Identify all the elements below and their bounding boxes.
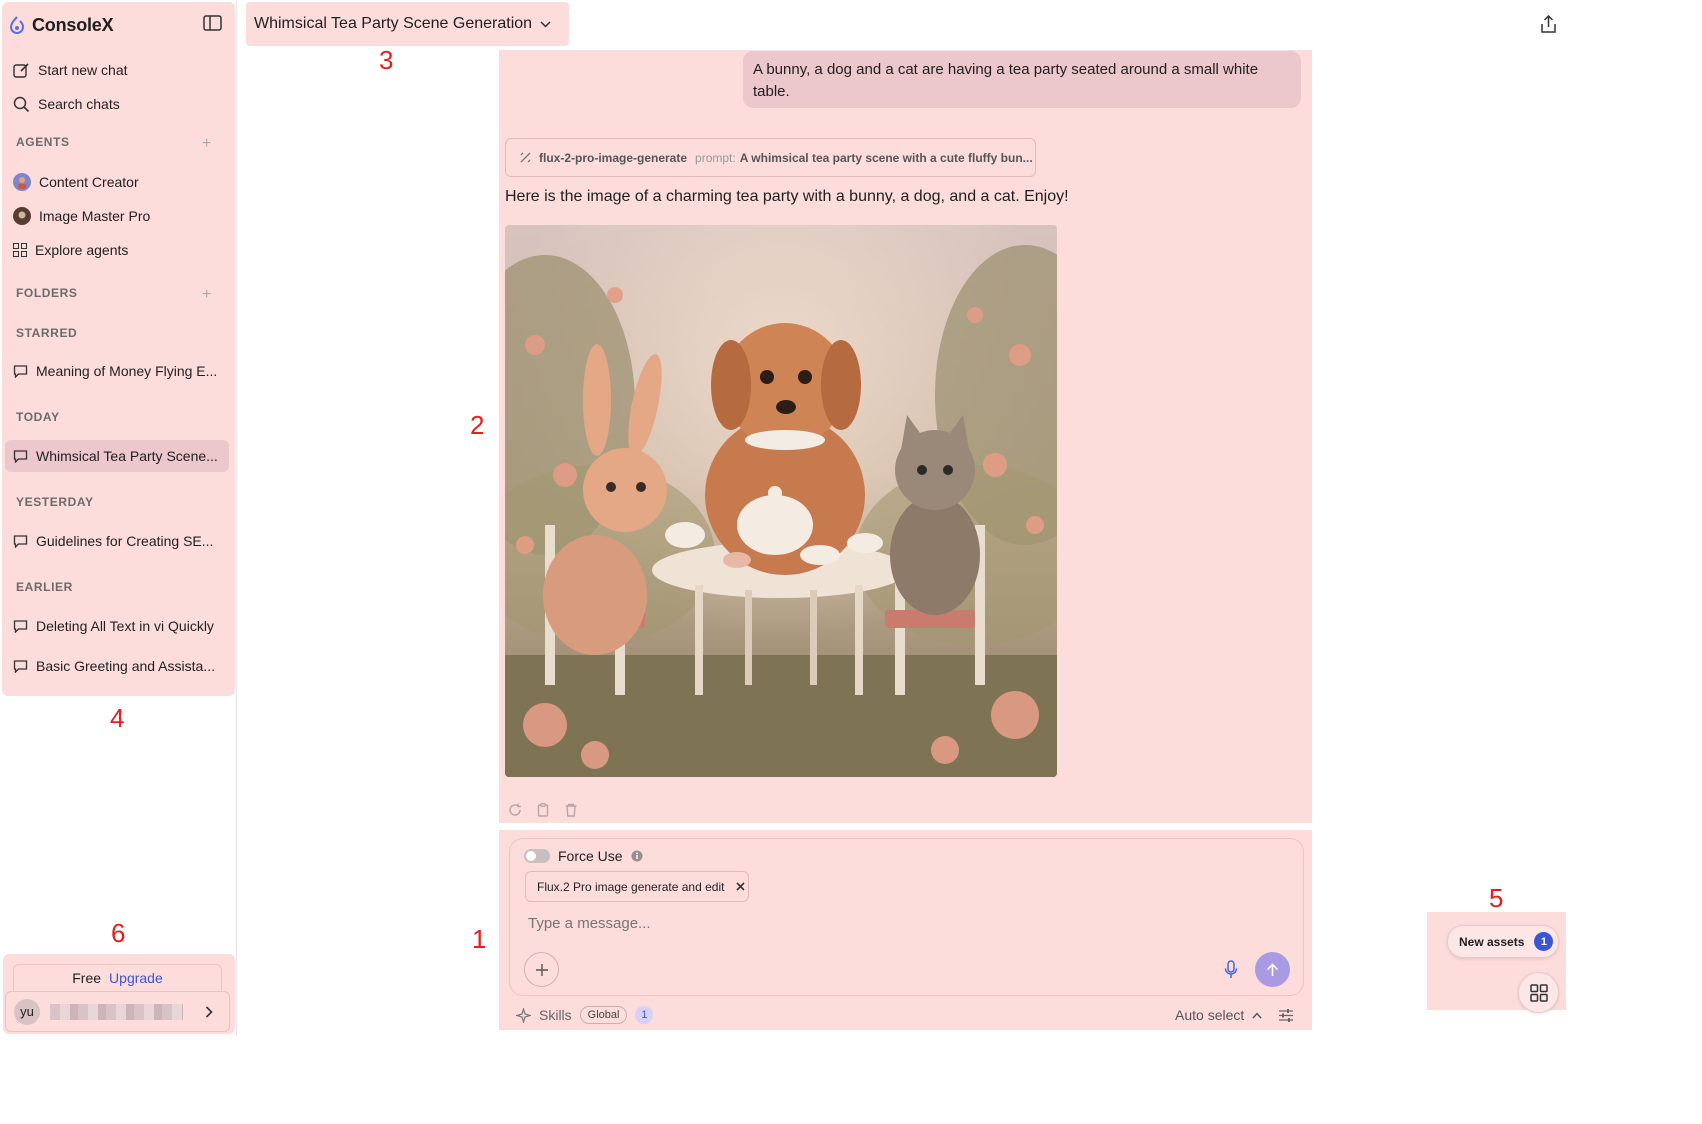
model-select-dropdown[interactable]: Auto select [1175, 1007, 1262, 1023]
tool-icon [520, 152, 531, 163]
microphone-icon[interactable] [1224, 960, 1238, 979]
delete-icon[interactable] [564, 803, 578, 817]
user-message: A bunny, a dog and a cat are having a te… [743, 51, 1301, 108]
brand[interactable]: ConsoleX [8, 12, 114, 38]
avatar-content-creator-icon [13, 173, 31, 191]
arrow-up-icon [1266, 962, 1279, 977]
new-assets-count-badge: 1 [1534, 932, 1554, 951]
tool-name: flux-2-pro-image-generate [539, 150, 688, 165]
chat-bubble-icon [13, 449, 28, 463]
chat-item-label: Meaning of Money Flying E... [36, 363, 218, 379]
annotation-label-3: 3 [379, 45, 394, 75]
chat-item-label: Deleting All Text in vi Quickly [36, 618, 214, 634]
starred-section-label: STARRED [16, 326, 78, 340]
add-attachment-button[interactable] [524, 952, 559, 987]
copy-icon[interactable] [536, 803, 550, 817]
assistant-message: Here is the image of a charming tea part… [505, 188, 1069, 205]
regenerate-icon[interactable] [508, 803, 522, 817]
agent-label: Image Master Pro [39, 208, 151, 224]
settings-sliders-icon[interactable] [1279, 1009, 1293, 1022]
chat-item-today-active[interactable]: Whimsical Tea Party Scene... [5, 440, 229, 472]
app-name: ConsoleX [32, 14, 114, 35]
plan-banner[interactable]: Free Upgrade [13, 964, 222, 992]
grid-icon [1529, 983, 1548, 1002]
today-section-label: TODAY [16, 410, 60, 424]
close-icon[interactable] [736, 882, 746, 891]
chat-item-label: Basic Greeting and Assista... [36, 658, 215, 674]
force-use-toggle[interactable] [524, 849, 550, 863]
chat-bubble-icon [13, 364, 28, 378]
sidebar-toggle-icon[interactable] [203, 14, 222, 32]
new-assets-button[interactable]: New assets 1 [1447, 925, 1559, 958]
annotation-label-6: 6 [111, 918, 126, 948]
user-profile-button[interactable]: yu [5, 991, 230, 1032]
global-badge[interactable]: Global [579, 1006, 628, 1024]
earlier-section-label: EARLIER [16, 580, 73, 594]
annotation-label-1: 1 [472, 924, 487, 954]
skills-count-badge: 1 [635, 1006, 654, 1024]
consolex-logo-icon [8, 15, 26, 35]
avatar: yu [14, 998, 40, 1025]
tool-chip-label: Flux.2 Pro image generate and edit [537, 879, 725, 894]
folders-section-label: FOLDERS [16, 286, 78, 300]
message-actions [508, 803, 578, 817]
add-folder-icon[interactable]: + [202, 286, 211, 304]
agents-section-label: AGENTS [16, 135, 70, 149]
yesterday-section-label: YESTERDAY [16, 495, 94, 509]
chevron-right-icon [205, 1005, 213, 1018]
assets-grid-button[interactable] [1518, 972, 1559, 1013]
new-assets-label: New assets [1459, 934, 1525, 949]
info-icon[interactable] [631, 850, 643, 862]
annotation-label-5: 5 [1489, 883, 1504, 913]
model-select-label: Auto select [1175, 1007, 1245, 1023]
chat-item-earlier[interactable]: Basic Greeting and Assista... [7, 650, 229, 682]
plus-icon [535, 963, 549, 977]
chat-item-earlier[interactable]: Deleting All Text in vi Quickly [7, 610, 229, 642]
chevron-down-icon [540, 20, 551, 28]
avatar-image-master-icon [13, 207, 31, 225]
search-chats-label: Search chats [38, 96, 120, 112]
redacted-username [50, 1003, 183, 1020]
grid-icon [13, 243, 27, 257]
chevron-up-icon [1252, 1011, 1262, 1019]
agent-content-creator[interactable]: Content Creator [13, 167, 139, 197]
chat-bubble-icon [13, 659, 28, 673]
generated-image[interactable] [505, 225, 1057, 777]
annotation-label-4: 4 [110, 703, 125, 733]
tool-call-card[interactable]: flux-2-pro-image-generate prompt: A whim… [505, 138, 1036, 177]
chat-item-yesterday[interactable]: Guidelines for Creating SE... [7, 525, 229, 557]
skills-label: Skills [539, 1007, 572, 1023]
force-use-row: Force Use [524, 848, 643, 864]
agent-label: Content Creator [39, 174, 139, 190]
sparkle-icon [516, 1007, 531, 1023]
chat-title-dropdown[interactable]: Whimsical Tea Party Scene Generation [246, 2, 569, 46]
search-chats-button[interactable]: Search chats [13, 89, 120, 119]
edit-icon [13, 62, 30, 79]
tool-prompt-value: A whimsical tea party scene with a cute … [739, 150, 1033, 165]
start-new-chat-button[interactable]: Start new chat [13, 55, 128, 85]
chat-item-label: Guidelines for Creating SE... [36, 533, 214, 549]
selected-tool-chip[interactable]: Flux.2 Pro image generate and edit [525, 871, 749, 902]
message-input[interactable] [526, 910, 1186, 936]
chat-item-label: Whimsical Tea Party Scene... [36, 448, 218, 464]
annotation-label-2: 2 [470, 410, 485, 440]
chat-bubble-icon [13, 534, 28, 548]
add-agent-icon[interactable]: + [202, 135, 211, 153]
agent-image-master-pro[interactable]: Image Master Pro [13, 201, 150, 231]
chat-bubble-icon [13, 619, 28, 633]
chat-title: Whimsical Tea Party Scene Generation [254, 15, 533, 32]
force-use-label: Force Use [558, 848, 623, 864]
plan-tier: Free [72, 970, 102, 986]
share-icon[interactable] [1540, 15, 1557, 34]
explore-agents-label: Explore agents [35, 242, 129, 258]
skills-row[interactable]: Skills Global 1 [516, 1006, 654, 1024]
chat-item-starred[interactable]: Meaning of Money Flying E... [7, 355, 229, 387]
search-icon [13, 96, 30, 113]
start-new-chat-label: Start new chat [38, 62, 128, 78]
explore-agents-button[interactable]: Explore agents [13, 235, 128, 265]
upgrade-link[interactable]: Upgrade [109, 970, 163, 986]
send-button[interactable] [1255, 952, 1290, 987]
tool-prompt-label: prompt: [695, 150, 736, 165]
